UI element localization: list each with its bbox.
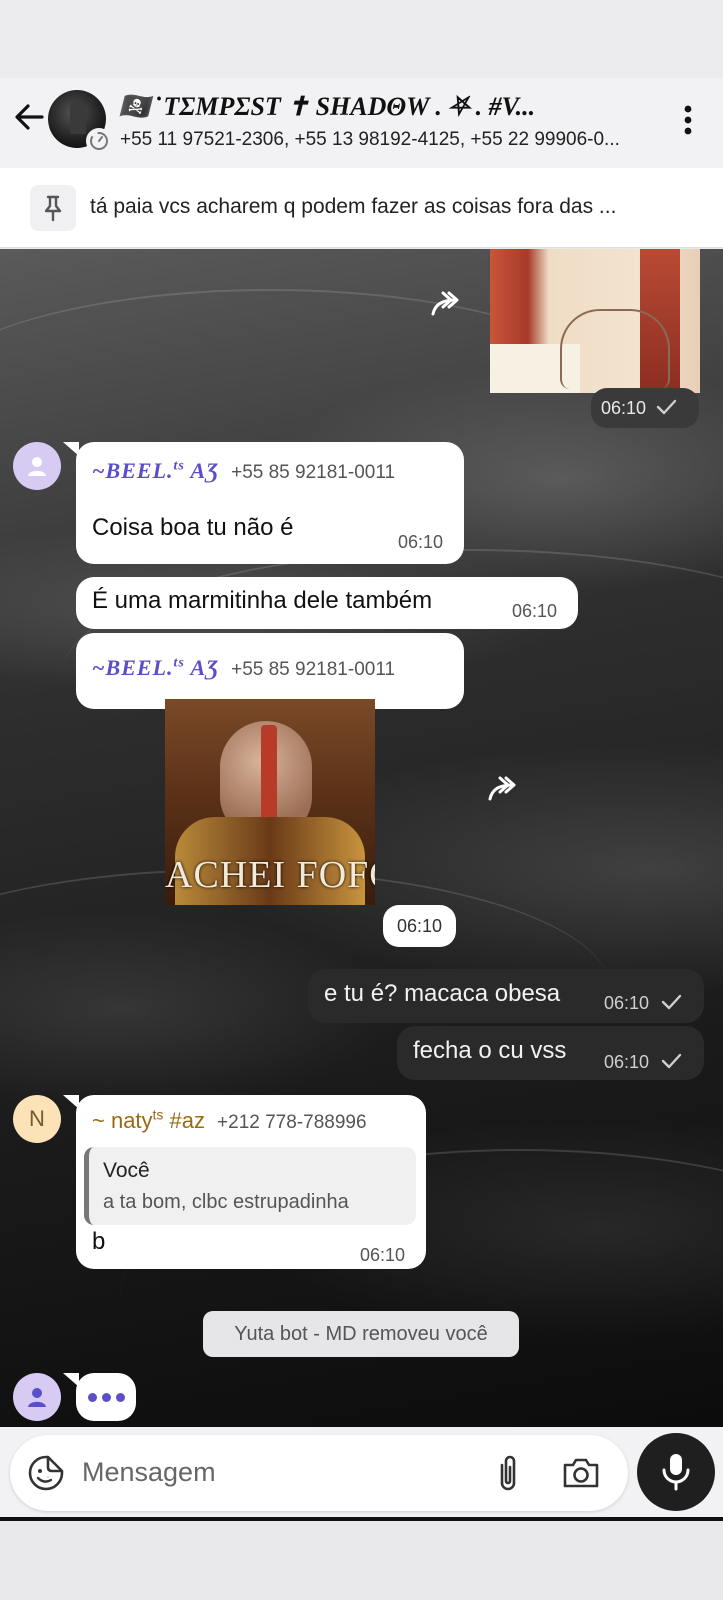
- sender-name[interactable]: ~BEEL.ts AƷ: [92, 655, 219, 680]
- sender-sup: ts: [173, 458, 185, 474]
- sender-name-text: ~ naty: [92, 1108, 153, 1134]
- sender-line: ~BEEL.ts AƷ +55 85 92181-0011: [92, 655, 395, 681]
- pinned-message-text: tá paia vcs acharem q podem fazer as coi…: [90, 195, 617, 218]
- message-bubble[interactable]: É uma marmitinha dele também 06:10: [76, 577, 578, 629]
- message-text: b: [92, 1228, 106, 1255]
- person-icon: [28, 1388, 46, 1407]
- chat-header[interactable]: 🏴‍☠️ ̇ ΤΣΜΡΣЅΤ ✝ ЅΗΑDΘW . ⛧ . #V... +55 …: [0, 78, 723, 168]
- message-time: 06:10: [604, 993, 650, 1013]
- status-bar-area: [0, 0, 723, 78]
- message-time: 06:10: [360, 1245, 406, 1265]
- pin-icon: [30, 185, 76, 231]
- timer-icon: [86, 128, 112, 154]
- pinned-message-bar[interactable]: tá paia vcs acharem q podem fazer as coi…: [0, 168, 723, 248]
- typing-dot: [116, 1393, 125, 1402]
- message-time: 06:10: [604, 1052, 650, 1072]
- system-message: Yuta bot - MD removeu você: [203, 1311, 519, 1357]
- check-icon: [661, 1053, 682, 1069]
- message-bubble[interactable]: ~BEEL.ts AƷ +55 85 92181-0011 Coisa boa t…: [76, 442, 464, 564]
- sender-phone[interactable]: +55 85 92181-0011: [231, 659, 395, 680]
- navigation-bar-area: [0, 1517, 723, 1600]
- message-bubble[interactable]: ~BEEL.ts AƷ +55 85 92181-0011: [76, 633, 464, 709]
- message-bubble-outgoing[interactable]: fecha o cu vss 06:10: [397, 1026, 704, 1080]
- avatar[interactable]: [13, 1373, 61, 1421]
- sender-sup: ts: [152, 1107, 164, 1123]
- back-arrow-icon[interactable]: [12, 100, 46, 134]
- message-text: fecha o cu vss: [413, 1037, 567, 1064]
- message-input[interactable]: Mensagem: [10, 1435, 628, 1511]
- sender-phone[interactable]: +212 778-788996: [217, 1112, 367, 1133]
- message-text: e tu é? macaca obesa: [324, 980, 561, 1007]
- group-members[interactable]: +55 11 97521-2306, +55 13 98192-4125, +5…: [120, 129, 660, 151]
- typing-dot: [102, 1393, 111, 1402]
- message-time: 06:10: [398, 532, 444, 552]
- sender-line: ~BEEL.ts AƷ +55 85 92181-0011: [92, 458, 395, 484]
- sender-sup: ts: [173, 655, 185, 671]
- mic-icon[interactable]: [637, 1433, 715, 1511]
- image-message[interactable]: ACHEI FOFO: [165, 699, 375, 905]
- sender-name-text: BEEL.: [105, 458, 174, 483]
- check-icon: [661, 994, 682, 1010]
- check-icon: [656, 399, 677, 415]
- sender-phone[interactable]: +55 85 92181-0011: [231, 462, 395, 483]
- typing-indicator: [76, 1373, 136, 1421]
- sender-suffix: AƷ: [184, 458, 220, 483]
- forward-icon[interactable]: [482, 767, 526, 811]
- message-text: É uma marmitinha dele também: [92, 587, 433, 614]
- sender-name[interactable]: ~ natyts #az: [92, 1107, 206, 1134]
- message-time: 06:10: [383, 905, 457, 947]
- sender-prefix: ~: [92, 655, 106, 680]
- composer-bar: Mensagem: [0, 1427, 723, 1517]
- emoji-icon[interactable]: [26, 1453, 66, 1493]
- message-text: Coisa boa tu não é: [92, 514, 294, 541]
- person-icon: [28, 457, 46, 476]
- message-list[interactable]: 06:10 ~BEEL.ts AƷ +55 85 92181-0011 Coisa…: [0, 249, 723, 1427]
- sender-prefix: ~: [92, 458, 106, 483]
- group-title[interactable]: 🏴‍☠️ ̇ ΤΣΜΡΣЅΤ ✝ ЅΗΑDΘW . ⛧ . #V...: [118, 92, 658, 123]
- more-vert-icon[interactable]: [674, 100, 702, 140]
- message-bubble[interactable]: ~ natyts #az +212 778-788996 Você a ta bo…: [76, 1095, 426, 1269]
- message-time: 06:10: [512, 601, 558, 621]
- quote-author: Você: [103, 1159, 150, 1182]
- image-message[interactable]: [490, 249, 700, 393]
- sender-suffix: AƷ: [184, 655, 220, 680]
- message-time-pill: 06:10: [591, 388, 699, 428]
- attach-icon[interactable]: [488, 1451, 528, 1495]
- image-detail: [560, 309, 670, 389]
- avatar[interactable]: N: [13, 1095, 61, 1143]
- sender-line: ~ natyts #az +212 778-788996: [92, 1107, 367, 1134]
- sender-name-text: BEEL.: [105, 655, 174, 680]
- message-input-placeholder: Mensagem: [82, 1457, 216, 1487]
- sender-name[interactable]: ~BEEL.ts AƷ: [92, 458, 219, 483]
- typing-dot: [88, 1393, 97, 1402]
- camera-icon[interactable]: [560, 1453, 602, 1493]
- image-caption: ACHEI FOFO: [165, 854, 375, 896]
- forward-icon[interactable]: [425, 282, 469, 326]
- message-bubble-outgoing[interactable]: e tu é? macaca obesa 06:10: [308, 969, 704, 1023]
- quoted-message[interactable]: Você a ta bom, clbc estrupadinha: [84, 1147, 416, 1225]
- sender-suffix: #az: [163, 1108, 206, 1134]
- message-time: 06:10: [601, 398, 647, 418]
- quote-text: a ta bom, clbc estrupadinha: [103, 1191, 349, 1213]
- avatar[interactable]: [13, 442, 61, 490]
